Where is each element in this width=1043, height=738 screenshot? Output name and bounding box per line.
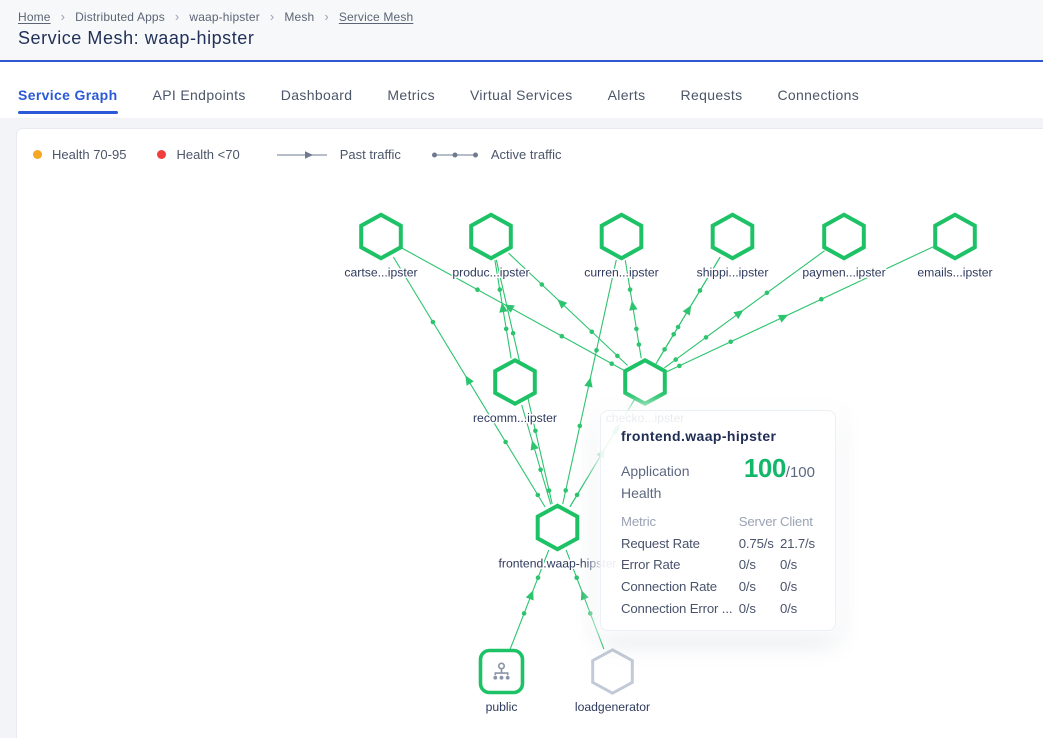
svg-text:emails...ipster: emails...ipster <box>917 266 992 280</box>
svg-text:loadgenerator: loadgenerator <box>575 700 650 714</box>
svg-text:curren...ipster: curren...ipster <box>584 266 659 280</box>
svg-text:public: public <box>486 700 518 714</box>
svg-text:frontend.waap-hipster: frontend.waap-hipster <box>499 557 617 571</box>
svg-text:paymen...ipster: paymen...ipster <box>802 266 885 280</box>
svg-text:shippi...ipster: shippi...ipster <box>697 266 769 280</box>
svg-text:produc...ipster: produc...ipster <box>452 266 529 280</box>
svg-text:recomm...ipster: recomm...ipster <box>473 411 557 425</box>
svg-text:cartse...ipster: cartse...ipster <box>344 266 417 280</box>
